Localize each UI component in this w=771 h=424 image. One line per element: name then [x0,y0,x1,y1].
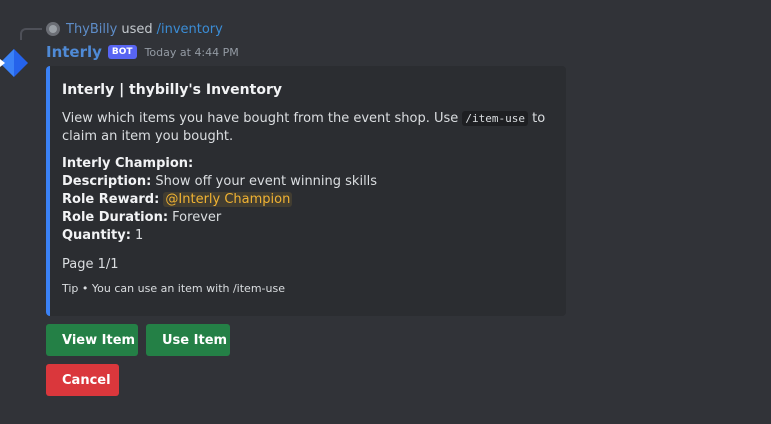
reply-connector-line [20,28,42,40]
item-role-duration-label: Role Duration: [62,210,169,225]
embed-description-text: View which items you have bought from th… [62,111,459,126]
inventory-embed: Interly | thybilly's Inventory View whic… [46,66,566,316]
item-description-value: Show off your event winning skills [155,174,378,189]
item-name: Interly Champion: [62,156,194,171]
reply-username[interactable]: ThyBilly [66,22,117,37]
bot-name[interactable]: Interly [46,43,102,61]
item-role-reward-label: Role Reward: [62,192,160,207]
embed-description: View which items you have bought from th… [62,110,552,146]
use-item-button[interactable]: Use Item [146,324,230,356]
item-role-duration-value: Forever [172,210,222,225]
item-quantity-value: 1 [135,228,144,243]
item-description-line: Description: Show off your event winning… [62,173,552,191]
embed-description-code: /item-use [462,111,529,126]
embed-footer: Tip • You can use an item with /item-use [62,282,285,295]
item-quantity-label: Quantity: [62,228,131,243]
reply-avatar-icon [46,22,60,36]
page-indicator: Page 1/1 [62,257,119,272]
item-quantity-line: Quantity: 1 [62,227,552,245]
item-role-duration-line: Role Duration: Forever [62,209,552,227]
view-item-button[interactable]: View Item [46,324,138,356]
item-role-reward-line: Role Reward: @Interly Champion [62,191,552,209]
reply-command[interactable]: /inventory [157,22,223,37]
reply-used-text: used [121,21,153,37]
embed-title: Interly | thybilly's Inventory [62,82,282,98]
bot-avatar-icon[interactable] [0,46,28,80]
bot-tag-badge: BOT [107,45,137,59]
role-mention[interactable]: @Interly Champion [163,192,293,207]
item-description-label: Description: [62,174,152,189]
reply-reference[interactable]: ThyBilly used /inventory [46,20,223,38]
message-header: Interly BOT Today at 4:44 PM [46,42,239,62]
cancel-button[interactable]: Cancel [46,364,119,396]
message-timestamp: Today at 4:44 PM [144,45,239,59]
